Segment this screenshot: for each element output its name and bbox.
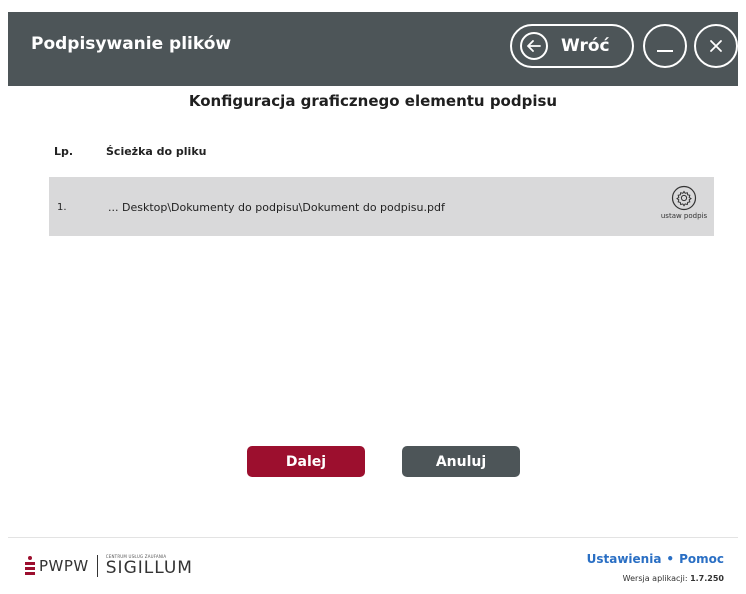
footer-divider — [8, 537, 738, 538]
set-signature-button[interactable]: ustaw podpis — [656, 185, 712, 229]
version-number: 1.7.250 — [690, 574, 724, 583]
logo-separator — [96, 555, 98, 577]
settings-link[interactable]: Ustawienia — [587, 552, 662, 566]
titlebar: Podpisywanie plików Wróć — [8, 12, 738, 86]
arrow-left-icon — [520, 32, 548, 60]
footer-separator: • — [666, 552, 675, 566]
app-version: Wersja aplikacji: 1.7.250 — [623, 574, 724, 583]
column-header-path: Ścieżka do pliku — [106, 145, 207, 158]
logo-text: PWPW — [39, 557, 89, 575]
footer-links: Ustawienia • Pomoc — [587, 552, 724, 566]
window-title: Podpisywanie plików — [31, 34, 232, 54]
minimize-icon — [657, 50, 673, 52]
background-strip — [0, 0, 746, 12]
next-button[interactable]: Dalej — [247, 446, 365, 477]
column-header-number: Lp. — [54, 145, 74, 158]
back-button[interactable]: Wróć — [510, 24, 634, 68]
pwpw-logo-icon — [25, 556, 35, 576]
section-title: Konfiguracja graficznego elementu podpis… — [188, 92, 558, 110]
pwpw-logo: PWPW CENTRUM USŁUG ZAUFANIA SIGILLUM — [25, 554, 193, 578]
back-button-label: Wróć — [561, 36, 610, 56]
logo-product-name: SIGILLUM — [105, 558, 193, 578]
version-prefix: Wersja aplikacji: — [622, 574, 688, 583]
table-row[interactable]: 1. ... Desktop\Dokumenty do podpisu\Doku… — [49, 177, 714, 236]
minimize-button[interactable] — [643, 24, 687, 68]
row-number: 1. — [57, 202, 67, 213]
close-button[interactable] — [694, 24, 738, 68]
app-window: Podpisywanie plików Wróć Konfiguracja gr… — [8, 12, 738, 594]
help-link[interactable]: Pomoc — [679, 552, 724, 566]
close-icon — [710, 40, 722, 52]
cancel-button[interactable]: Anuluj — [402, 446, 520, 477]
gear-icon — [671, 185, 697, 211]
row-file-path: ... Desktop\Dokumenty do podpisu\Dokumen… — [108, 201, 445, 214]
set-signature-label: ustaw podpis — [660, 212, 708, 220]
